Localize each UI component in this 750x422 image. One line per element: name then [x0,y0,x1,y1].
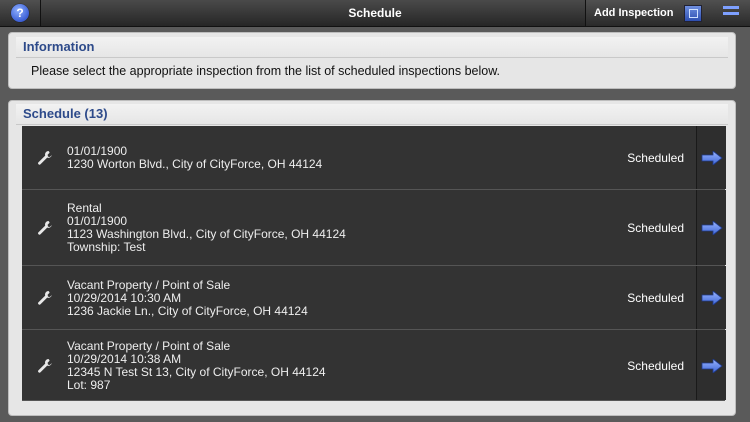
schedule-row[interactable]: Vacant Property / Point of Sale 10/29/201… [22,266,726,330]
open-inspection-button[interactable] [696,266,726,329]
open-inspection-button[interactable] [696,190,726,265]
schedule-row[interactable]: Vacant Property / Point of Sale 10/29/201… [22,330,726,401]
swap-view-button[interactable] [711,0,750,26]
wrench-icon [37,290,53,306]
schedule-row[interactable]: Rental 01/01/1900 1123 Washington Blvd., C… [22,190,726,266]
add-inspection-icon [684,5,702,22]
inspection-detail-line: Township: Test [67,240,146,254]
add-inspection-button[interactable]: Add Inspection [585,0,712,26]
inspection-details: Rental 01/01/1900 1123 Washington Blvd., C… [67,202,346,254]
top-toolbar: ? Schedule Add Inspection [0,0,750,27]
schedule-heading: Schedule (13) [16,104,728,125]
schedule-row[interactable]: 01/01/1900 1230 Worton Blvd., City of Cit… [22,126,726,190]
information-heading: Information [16,37,728,58]
inspection-status: Scheduled [627,291,684,305]
wrench-icon [37,150,53,166]
inspection-detail-line: 1230 Worton Blvd., City of CityForce, OH… [67,157,323,171]
help-icon: ? [11,4,29,22]
open-inspection-button[interactable] [696,126,726,189]
information-message: Please select the appropriate inspection… [31,64,501,78]
wrench-icon [37,358,53,374]
inspection-details: Vacant Property / Point of Sale 10/29/201… [67,279,308,318]
swap-arrows-icon [723,6,739,20]
inspection-status: Scheduled [627,359,684,373]
inspection-detail-line: Lot: 987 [67,378,111,392]
help-button[interactable]: ? [0,0,41,26]
information-panel: Information Please select the appropriat… [8,32,736,89]
inspection-status: Scheduled [627,151,684,165]
inspection-detail-line: 1236 Jackie Ln., City of CityForce, OH 4… [67,304,308,318]
inspection-details: Vacant Property / Point of Sale 10/29/201… [67,340,326,392]
inspection-details: 01/01/1900 1230 Worton Blvd., City of Cit… [67,145,322,171]
open-inspection-button[interactable] [696,330,726,400]
schedule-panel: Schedule (13) 01/01/1900 1230 Worton Blvd… [8,100,736,416]
add-inspection-label: Add Inspection [594,7,674,19]
wrench-icon [37,220,53,236]
schedule-list: 01/01/1900 1230 Worton Blvd., City of Cit… [22,126,726,401]
inspection-status: Scheduled [627,221,684,235]
